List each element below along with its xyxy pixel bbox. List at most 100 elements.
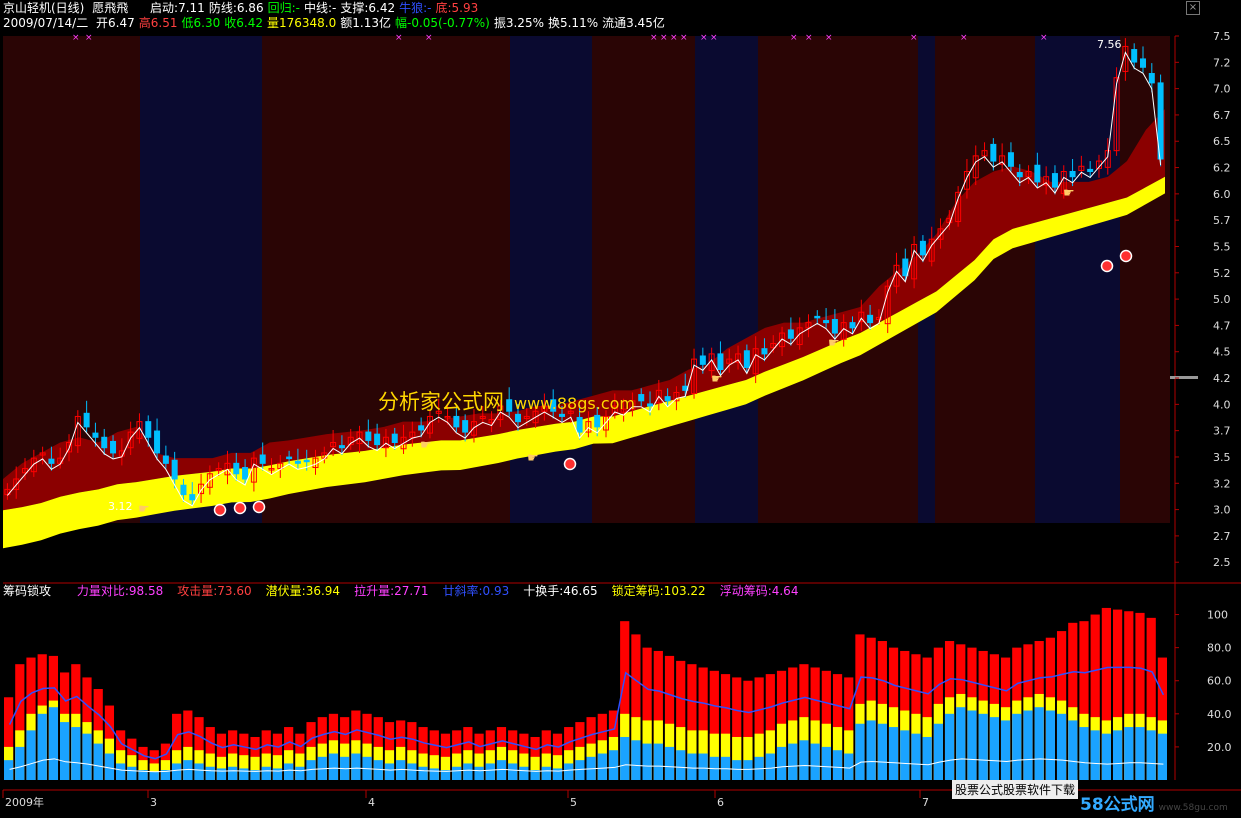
- indicator-name: 愿飛飛: [92, 1, 129, 15]
- candle-body-44: [391, 433, 398, 443]
- indicator-value-5: 牛狼:-: [399, 1, 432, 15]
- close-icon[interactable]: ×: [1186, 1, 1200, 15]
- y-tick-label-19: 2.7: [1213, 530, 1231, 543]
- signal-ball-icon-3: [563, 457, 577, 471]
- y-tick-label-15: 3.7: [1213, 425, 1231, 438]
- candle-body-34: [303, 459, 310, 463]
- candle-body-32: [286, 456, 293, 460]
- bar-blue-10: [116, 763, 126, 780]
- candle-body-114: [1007, 152, 1014, 167]
- y-tick-label-18: 3.0: [1213, 504, 1231, 517]
- bar-blue-66: [743, 760, 753, 780]
- bar-blue-68: [765, 753, 775, 780]
- bar-blue-41: [463, 763, 473, 780]
- quote-value-9: 流通3.45亿: [602, 16, 665, 30]
- bar-blue-33: [373, 760, 383, 780]
- candle-body-89: [787, 329, 794, 339]
- x-marker-0: ×: [85, 33, 93, 43]
- bar-blue-87: [978, 713, 988, 780]
- lower-indicator-value-3: 拉升量:27.71: [354, 584, 429, 598]
- bar-blue-101: [1135, 727, 1145, 780]
- candle-body-98: [867, 314, 874, 324]
- bar-blue-88: [989, 717, 999, 780]
- indicator-values: 启动:7.11 防线:6.86 回归:- 中线:- 支撑:6.42 牛狼:- 底:5.93: [150, 1, 482, 15]
- bar-blue-18: [205, 766, 215, 780]
- bar-blue-79: [888, 727, 899, 780]
- quote-value-2: 低6.30: [181, 16, 221, 30]
- candle-body-93: [823, 320, 830, 324]
- y-tick-label-17: 3.2: [1213, 477, 1231, 490]
- y-tick-label-6: 6.0: [1213, 188, 1231, 201]
- x-marker-9: ×: [710, 33, 718, 43]
- hand-pointer-icon-0: ☛: [138, 502, 150, 517]
- bar-blue-4: [48, 707, 59, 780]
- bar-blue-86: [967, 710, 977, 780]
- candle-body-52: [462, 420, 469, 433]
- x-marker-5: ×: [660, 33, 668, 43]
- y-tick-label-12: 4.5: [1213, 346, 1231, 359]
- y-tick-label-9: 5.2: [1213, 267, 1231, 280]
- y-tick-label-1: 7.2: [1213, 56, 1231, 69]
- candle-body-38: [338, 445, 345, 449]
- axis-scroll-handle: [1170, 376, 1198, 379]
- x-tick-label-4: 6: [717, 796, 724, 809]
- candle-body-18: [162, 455, 169, 464]
- low-annotation: 3.12: [108, 500, 133, 513]
- bar-blue-74: [832, 750, 843, 780]
- bar-blue-9: [104, 753, 115, 780]
- bar-blue-70: [788, 743, 798, 780]
- indicator-value-1: 防线:6.86: [208, 1, 264, 15]
- bar-blue-82: [922, 736, 932, 780]
- lower-indicator-value-4: 廿斜率:0.93: [442, 584, 510, 598]
- bar-blue-45: [508, 763, 518, 780]
- bar-blue-99: [1112, 730, 1123, 780]
- bar-blue-62: [698, 753, 708, 780]
- high-annotation: 7.56: [1097, 38, 1122, 51]
- bar-blue-91: [1023, 710, 1033, 780]
- bar-blue-95: [1068, 720, 1078, 780]
- candle-body-73: [647, 403, 654, 407]
- bar-blue-50: [564, 763, 574, 780]
- bar-blue-58: [653, 743, 663, 780]
- site-logo[interactable]: 58公式网 www.58gu.com: [1080, 790, 1228, 815]
- bar-blue-29: [328, 753, 339, 780]
- watermark: 分析家公式网 www.88gs.com: [378, 386, 635, 416]
- stock-chart-window: × × × × × × × × × × × × × × × × ☛ ☛ ☛ ☛ ☛ ☛ 7.56 3.12 7.5 7.2 7.0 6…: [0, 0, 1241, 818]
- lower-indicator-value-5: 十换手:46.65: [523, 584, 598, 598]
- background-zone-4: [592, 36, 695, 523]
- bar-blue-38: [429, 768, 439, 780]
- x-marker-14: ×: [960, 33, 968, 43]
- quote-header: 2009/07/14/二 开6.47 高6.51 低6.30 收6.42 量176348…: [3, 16, 673, 30]
- indicator-value-3: 中线:-: [303, 1, 337, 15]
- x-marker-15: ×: [1040, 33, 1048, 43]
- bar-blue-48: [541, 766, 551, 780]
- bar-blue-2: [26, 730, 36, 780]
- candle-body-129: [1139, 58, 1146, 68]
- bar-blue-11: [127, 766, 137, 780]
- bar-blue-78: [877, 723, 887, 780]
- bar-blue-72: [810, 743, 820, 780]
- bar-blue-103: [1157, 733, 1167, 780]
- lower-y-tick-label-0: 100: [1207, 609, 1228, 622]
- lower-indicator-value-7: 浮动筹码:4.64: [719, 584, 799, 598]
- bar-blue-36: [407, 763, 417, 780]
- x-marker-4: ×: [650, 33, 658, 43]
- footer-banner[interactable]: 股票公式股票软件下载: [952, 780, 1079, 799]
- hand-pointer-icon-5: ☛: [1063, 186, 1075, 201]
- bar-blue-85: [956, 707, 966, 780]
- hand-pointer-icon-1: ☛: [420, 438, 432, 453]
- candle-body-51: [453, 415, 460, 428]
- x-marker-3: ×: [425, 33, 433, 43]
- candle-body-130: [1148, 73, 1155, 84]
- bar-blue-98: [1101, 733, 1111, 780]
- candle-body-117: [1034, 164, 1041, 183]
- bar-blue-49: [552, 768, 563, 780]
- signal-ball-icon-4: [1100, 259, 1114, 273]
- bar-blue-89: [1000, 720, 1011, 780]
- candle-body-115: [1016, 172, 1023, 178]
- lower-indicator-value-1: 攻击量:73.60: [177, 584, 252, 598]
- candle-body-84: [743, 350, 750, 368]
- bar-blue-6: [71, 727, 81, 780]
- bar-blue-83: [933, 723, 943, 780]
- x-marker-11: ×: [805, 33, 813, 43]
